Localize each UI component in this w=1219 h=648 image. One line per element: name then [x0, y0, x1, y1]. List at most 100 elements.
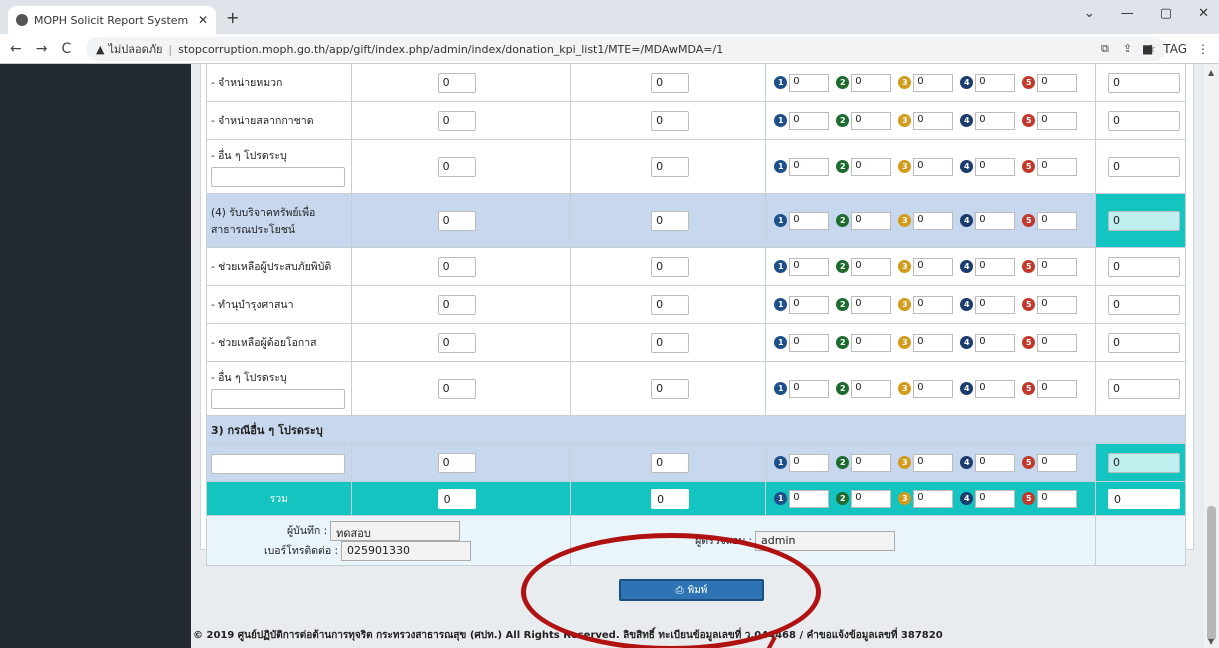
bullet-value-input[interactable]: 0	[789, 453, 830, 472]
bullet-value-input[interactable]: 0	[1037, 333, 1078, 352]
bullet-value-input[interactable]: 0	[1037, 489, 1078, 508]
value-input-d[interactable]: 0	[1107, 332, 1180, 353]
bullet-value-input[interactable]: 0	[1037, 111, 1078, 130]
value-input-b[interactable]: 0	[651, 378, 690, 399]
value-input-d[interactable]: 0	[1107, 110, 1180, 131]
bullet-value-input[interactable]: 0	[913, 295, 954, 314]
value-input-a[interactable]: 0	[437, 256, 476, 277]
phone-input[interactable]: 025901330	[341, 540, 472, 561]
value-input-b[interactable]: 0	[651, 210, 690, 231]
bullet-value-input[interactable]: 0	[789, 489, 830, 508]
maximize-button[interactable]: ▢	[1160, 6, 1172, 21]
value-input-b[interactable]: 0	[651, 256, 690, 277]
address-bar[interactable]: ▲ ไม่ปลอดภัย | stopcorruption.moph.go.th…	[86, 37, 1166, 61]
bullet-value-input[interactable]: 0	[789, 211, 830, 230]
value-input-a[interactable]: 0	[437, 210, 476, 231]
bullet-value-input[interactable]: 0	[851, 257, 892, 276]
bullet-value-input[interactable]: 0	[975, 157, 1016, 176]
bullet-value-input[interactable]: 0	[851, 157, 892, 176]
new-tab-button[interactable]: +	[226, 8, 239, 27]
checker-input[interactable]: admin	[755, 530, 895, 551]
bullet-value-input[interactable]: 0	[789, 295, 830, 314]
extension-icon[interactable]: ■	[1142, 42, 1153, 56]
bullet-value-input[interactable]: 0	[789, 73, 830, 92]
browser-tab[interactable]: MOPH Solicit Report System : M ✕	[8, 6, 216, 34]
forward-button[interactable]: →	[36, 41, 48, 57]
scroll-down-icon[interactable]: ▼	[1208, 637, 1214, 646]
value-input-d[interactable]: 0	[1107, 256, 1180, 277]
bullet-value-input[interactable]: 0	[851, 211, 892, 230]
bullet-value-input[interactable]: 0	[851, 295, 892, 314]
bullet-value-input[interactable]: 0	[851, 453, 892, 472]
value-input-d[interactable]: 0	[1107, 210, 1180, 231]
bullet-value-input[interactable]: 0	[975, 379, 1016, 398]
scrollbar-thumb[interactable]	[1207, 506, 1216, 641]
translate-icon[interactable]: ⧉	[1101, 42, 1109, 56]
bullet-value-input[interactable]: 0	[789, 157, 830, 176]
bullet-value-input[interactable]: 0	[913, 257, 954, 276]
recorder-input[interactable]: ทดสอบ	[330, 520, 461, 541]
value-input-a[interactable]: 0	[437, 452, 476, 473]
page-scrollbar[interactable]: ▲ ▼	[1204, 64, 1219, 648]
value-input-b[interactable]: 0	[651, 332, 690, 353]
value-input-b[interactable]: 0	[651, 294, 690, 315]
bullet-value-input[interactable]: 0	[913, 379, 954, 398]
bullet-value-input[interactable]: 0	[913, 111, 954, 130]
scroll-up-icon[interactable]: ▲	[1208, 68, 1214, 77]
bullet-value-input[interactable]: 0	[913, 73, 954, 92]
value-input-d[interactable]: 0	[1107, 378, 1180, 399]
chevron-down-icon[interactable]: ⌄	[1084, 6, 1095, 21]
bullet-value-input[interactable]: 0	[851, 73, 892, 92]
bullet-value-input[interactable]: 0	[975, 295, 1016, 314]
bullet-value-input[interactable]: 0	[1037, 379, 1078, 398]
value-input-a[interactable]: 0	[437, 294, 476, 315]
specify-input[interactable]	[211, 454, 345, 474]
value-input-d[interactable]: 0	[1107, 488, 1180, 509]
bullet-value-input[interactable]: 0	[1037, 157, 1078, 176]
bullet-value-input[interactable]: 0	[913, 453, 954, 472]
value-input-b[interactable]: 0	[651, 452, 690, 473]
bullet-value-input[interactable]: 0	[975, 211, 1016, 230]
bullet-value-input[interactable]: 0	[1037, 73, 1078, 92]
value-input-d[interactable]: 0	[1107, 452, 1180, 473]
bullet-value-input[interactable]: 0	[789, 333, 830, 352]
bullet-value-input[interactable]: 0	[789, 379, 830, 398]
value-input-a[interactable]: 0	[437, 110, 476, 131]
value-input-b[interactable]: 0	[651, 72, 690, 93]
menu-kebab-icon[interactable]: ⋮	[1197, 42, 1209, 56]
back-button[interactable]: ←	[10, 41, 22, 57]
reload-button[interactable]: C	[61, 41, 71, 57]
specify-input[interactable]	[211, 166, 345, 187]
bullet-value-input[interactable]: 0	[851, 333, 892, 352]
bullet-value-input[interactable]: 0	[913, 157, 954, 176]
bullet-value-input[interactable]: 0	[913, 211, 954, 230]
extension-tag-icon[interactable]: TAG	[1163, 42, 1187, 56]
minimize-button[interactable]: —	[1121, 6, 1134, 21]
value-input-a[interactable]: 0	[437, 332, 476, 353]
value-input-a[interactable]: 0	[437, 156, 476, 177]
bullet-value-input[interactable]: 0	[913, 489, 954, 508]
value-input-b[interactable]: 0	[651, 156, 690, 177]
bullet-value-input[interactable]: 0	[1037, 295, 1078, 314]
value-input-d[interactable]: 0	[1107, 294, 1180, 315]
bullet-value-input[interactable]: 0	[975, 453, 1016, 472]
share-icon[interactable]: ⇪	[1123, 42, 1132, 56]
value-input-b[interactable]: 0	[651, 110, 690, 131]
bullet-value-input[interactable]: 0	[789, 257, 830, 276]
bullet-value-input[interactable]: 0	[789, 111, 830, 130]
bullet-value-input[interactable]: 0	[975, 257, 1016, 276]
value-input-b[interactable]: 0	[651, 488, 690, 509]
value-input-a[interactable]: 0	[437, 72, 476, 93]
value-input-d[interactable]: 0	[1107, 156, 1180, 177]
value-input-d[interactable]: 0	[1107, 72, 1180, 93]
bullet-value-input[interactable]: 0	[1037, 453, 1078, 472]
url-text[interactable]: stopcorruption.moph.go.th/app/gift/index…	[178, 43, 723, 56]
bullet-value-input[interactable]: 0	[975, 333, 1016, 352]
bullet-value-input[interactable]: 0	[913, 333, 954, 352]
bullet-value-input[interactable]: 0	[1037, 257, 1078, 276]
bullet-value-input[interactable]: 0	[975, 73, 1016, 92]
bullet-value-input[interactable]: 0	[851, 489, 892, 508]
bullet-value-input[interactable]: 0	[975, 111, 1016, 130]
bullet-value-input[interactable]: 0	[1037, 211, 1078, 230]
specify-input[interactable]	[211, 388, 345, 409]
